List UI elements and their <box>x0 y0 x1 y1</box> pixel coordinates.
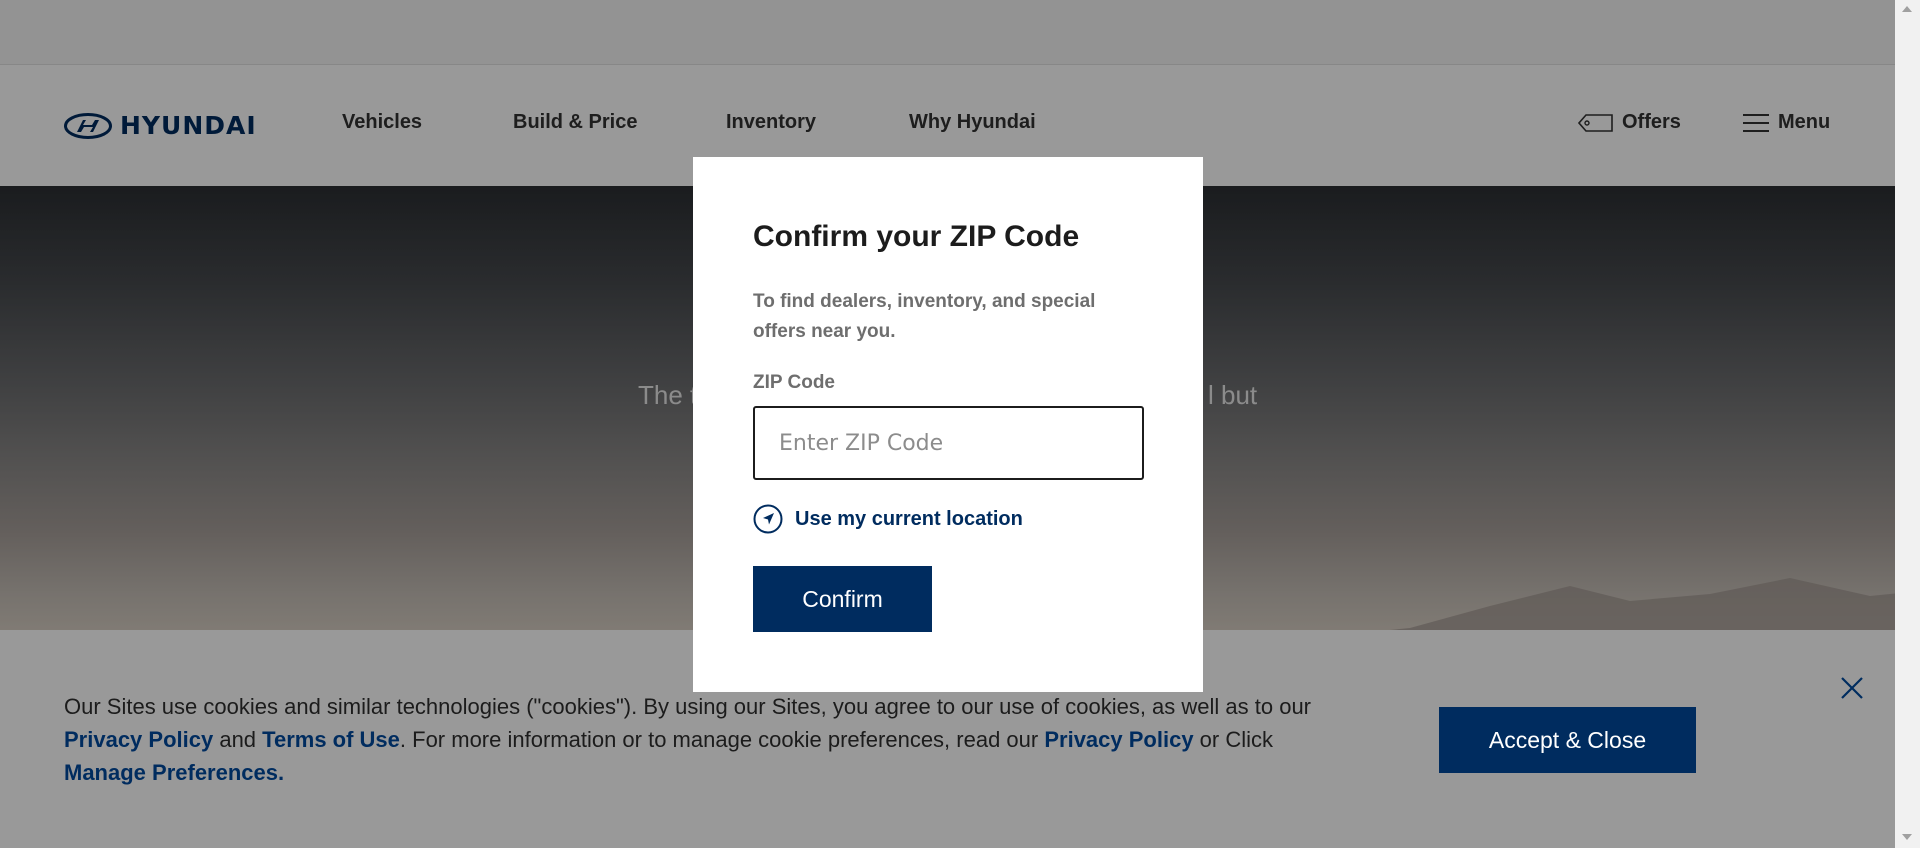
zip-code-label: ZIP Code <box>753 372 835 393</box>
modal-description: To find dealers, inventory, and special … <box>753 291 1096 342</box>
accept-close-button[interactable]: Accept & Close <box>1439 707 1696 773</box>
zip-code-modal: Confirm your ZIP Code To find dealers, i… <box>693 157 1203 692</box>
location-arrow-icon <box>753 504 783 534</box>
cookie-text-2: and <box>213 727 263 752</box>
close-icon[interactable] <box>1838 674 1866 702</box>
use-current-location-link[interactable]: Use my current location <box>753 504 1023 534</box>
zip-code-input[interactable] <box>753 406 1144 480</box>
cookie-text-4: or Click <box>1193 727 1274 752</box>
manage-preferences-link[interactable]: Manage Preferences. <box>64 760 284 785</box>
cookie-text-1: Our Sites use cookies and similar techno… <box>64 694 1312 719</box>
privacy-policy-link-2[interactable]: Privacy Policy <box>1044 727 1193 752</box>
privacy-policy-link[interactable]: Privacy Policy <box>64 727 213 752</box>
confirm-button[interactable]: Confirm <box>753 566 932 632</box>
cookie-text-3: . For more information or to manage cook… <box>399 727 1045 752</box>
modal-title: Confirm your ZIP Code <box>753 220 1080 253</box>
scroll-up-arrow[interactable] <box>1902 6 1912 12</box>
terms-of-use-link[interactable]: Terms of Use <box>262 727 400 752</box>
cookie-message: Our Sites use cookies and similar techno… <box>64 690 1394 789</box>
location-link-label: Use my current location <box>795 507 1023 530</box>
scroll-down-arrow[interactable] <box>1902 834 1912 840</box>
vertical-scrollbar[interactable] <box>1895 0 1920 848</box>
